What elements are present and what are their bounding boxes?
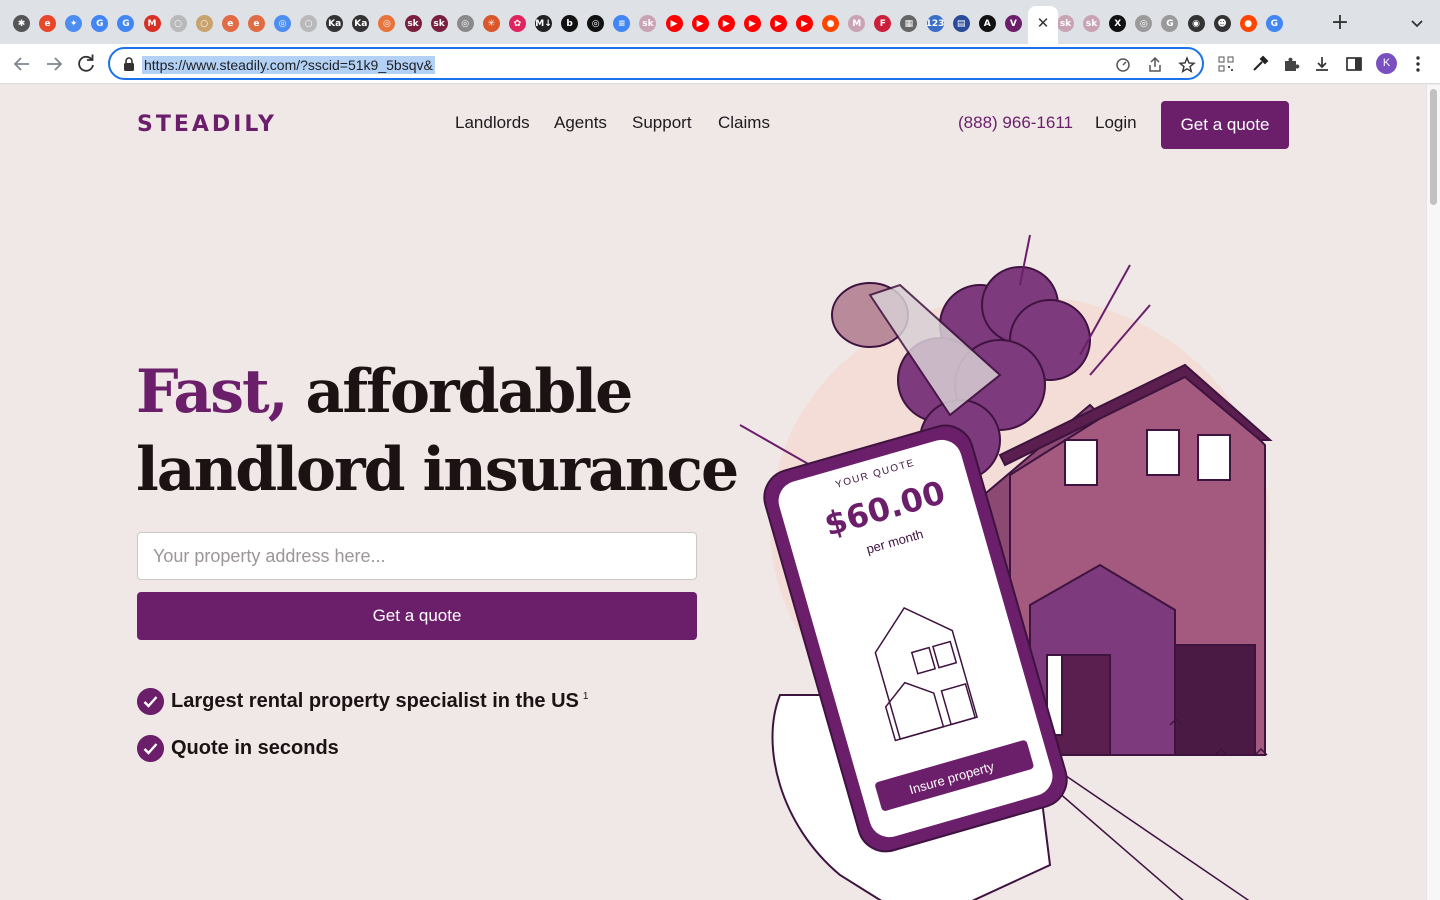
bookmark-star-icon[interactable] (1178, 56, 1196, 74)
tab-favicon-2-icon[interactable]: e (39, 15, 57, 32)
tab-favicon-3-icon[interactable]: ✦ (65, 15, 83, 32)
more-menu-icon[interactable] (1410, 53, 1426, 75)
tab-favicon-10-icon[interactable]: e (247, 15, 265, 32)
tab-favicon-youtube-3-icon[interactable]: ▶ (717, 15, 735, 32)
tab-favicon-33-icon[interactable]: M (848, 15, 866, 32)
hero-title-line2: landlord insurance (136, 435, 739, 505)
eyedropper-icon[interactable] (1250, 54, 1270, 74)
tab-favicon-123-icon[interactable]: 123 (926, 15, 944, 32)
tab-favicon-openai-icon[interactable]: ◎ (587, 15, 605, 32)
tab-favicon-reddit-2-icon[interactable]: ● (1239, 15, 1257, 32)
login-link[interactable]: Login (1095, 113, 1137, 133)
forward-arrow-icon[interactable] (42, 52, 66, 76)
hero-title: Fast, affordable landlord insurance (136, 353, 739, 509)
extensions-puzzle-icon[interactable] (1281, 54, 1301, 74)
tab-favicon-ka-icon[interactable]: Ka (326, 15, 344, 32)
property-address-input[interactable] (137, 532, 697, 580)
get-quote-header-button[interactable]: Get a quote (1161, 101, 1289, 149)
page-scrollbar[interactable] (1426, 85, 1440, 900)
check-circle-icon (137, 687, 164, 715)
tab-favicon-18-icon[interactable]: ◎ (456, 15, 474, 32)
tab-favicon-44-icon[interactable]: ◎ (1135, 15, 1153, 32)
tab-favicon-google-2-icon[interactable]: G (117, 15, 135, 32)
tab-favicon-25-icon[interactable]: sk (639, 15, 657, 32)
page: STEADILY Landlords Agents Support Claims… (0, 85, 1426, 900)
tab-favicon-youtube-2-icon[interactable]: ▶ (691, 15, 709, 32)
feature-text: Quote in seconds (171, 736, 339, 759)
tab-favicon-7-icon[interactable]: ○ (169, 15, 187, 32)
qr-code-icon[interactable] (1216, 54, 1236, 74)
browser-tab-strip: ✱ e ✦ G G M ○ ○ e e ◎ ○ Ka Ka ◎ sk sk ◎ ✳ ✿ M↓ b ◎ ≡ sk ▶ ▶ ▶ ▶ ▶ ▶ ● M F… (0, 0, 1440, 44)
reload-icon[interactable] (74, 52, 98, 76)
tab-favicon-38-icon[interactable]: A (978, 15, 996, 32)
tab-favicon-docs-icon[interactable]: ≡ (613, 15, 631, 32)
tab-favicon-1-icon[interactable]: ✱ (13, 15, 30, 32)
address-bar[interactable]: https://www.steadily.com/?sscid=51k9_5bs… (108, 47, 1204, 80)
tab-favicon-x-icon[interactable]: X (1109, 15, 1127, 32)
tab-favicon-sk-icon[interactable]: sk (404, 15, 422, 32)
profile-avatar[interactable]: K (1376, 53, 1397, 74)
tab-favicon-gmail-icon[interactable]: M (143, 15, 161, 32)
new-tab-button[interactable]: + (1330, 12, 1350, 34)
tab-favicon-reddit-icon[interactable]: ● (822, 15, 840, 32)
tab-favicon-19-icon[interactable]: ✳ (482, 15, 500, 32)
tab-favicon-google-3-icon[interactable]: G (1265, 15, 1283, 32)
nav-landlords[interactable]: Landlords (455, 113, 530, 133)
tab-favicon-12-icon[interactable]: ○ (300, 15, 318, 32)
phone-link[interactable]: (888) 966-1611 (958, 113, 1073, 133)
feature-item: Largest rental property specialist in th… (137, 687, 588, 715)
check-circle-icon (137, 734, 164, 762)
tab-favicon-ka-2-icon[interactable]: Ka (352, 15, 370, 32)
steadily-logo[interactable]: STEADILY (137, 112, 277, 137)
tab-favicon-20-icon[interactable]: ✿ (508, 15, 526, 32)
feature-text: Largest rental property specialist in th… (171, 689, 589, 712)
tab-favicon-youtube-6-icon[interactable]: ▶ (796, 15, 813, 32)
nav-claims[interactable]: Claims (718, 113, 770, 133)
nav-agents[interactable]: Agents (554, 113, 607, 133)
download-icon[interactable] (1312, 54, 1332, 74)
tab-favicon-youtube-5-icon[interactable]: ▶ (769, 15, 787, 32)
hero-title-line1: affordable (286, 357, 633, 427)
performance-icon[interactable] (1114, 56, 1132, 74)
hero-title-accent: Fast, (136, 357, 289, 427)
tab-favicon-47-icon[interactable]: ☻ (1213, 15, 1231, 32)
tab-close-icon[interactable]: ✕ (1035, 14, 1051, 32)
get-quote-main-button[interactable]: Get a quote (137, 592, 697, 640)
tab-favicon-8-icon[interactable]: ○ (195, 15, 213, 32)
chevron-down-icon[interactable] (1408, 14, 1426, 32)
tab-favicon-mi-icon[interactable]: M↓ (535, 15, 552, 32)
tab-favicon-35-icon[interactable]: ▦ (900, 15, 918, 32)
tab-favicon-active-icon[interactable]: V (1004, 15, 1022, 32)
scrollbar-thumb[interactable] (1430, 89, 1437, 205)
feature-item: Quote in seconds (137, 734, 339, 762)
footnote-marker[interactable]: 1 (583, 691, 589, 702)
tab-favicon-google-icon[interactable]: G (91, 15, 109, 32)
side-panel-icon[interactable] (1344, 54, 1364, 74)
url-text[interactable]: https://www.steadily.com/?sscid=51k9_5bs… (142, 56, 435, 74)
back-arrow-icon[interactable] (10, 52, 34, 76)
tab-favicon-9-icon[interactable]: e (221, 15, 239, 32)
tab-favicon-34-icon[interactable]: F (874, 15, 892, 32)
lock-icon[interactable] (122, 56, 136, 72)
tab-favicon-github-icon[interactable]: ◉ (1187, 15, 1205, 32)
tab-favicon-youtube-icon[interactable]: ▶ (665, 15, 683, 32)
tab-favicon-11-icon[interactable]: ◎ (274, 15, 291, 32)
tab-favicon-sk-2-icon[interactable]: sk (430, 15, 448, 32)
share-icon[interactable] (1146, 56, 1164, 74)
nav-support[interactable]: Support (632, 113, 692, 133)
tab-favicon-45-icon[interactable]: G (1161, 15, 1179, 32)
tab-favicon-41-icon[interactable]: sk (1057, 15, 1074, 32)
tab-favicon-b-icon[interactable]: b (561, 15, 579, 32)
browser-toolbar: https://www.steadily.com/?sscid=51k9_5bs… (0, 44, 1440, 84)
tab-favicon-youtube-4-icon[interactable]: ▶ (743, 15, 761, 32)
tab-favicon-15-icon[interactable]: ◎ (378, 15, 396, 32)
hero-illustration: YOUR QUOTE $60.00 per month Insure prope… (739, 234, 1273, 900)
tab-favicon-42-icon[interactable]: sk (1083, 15, 1101, 32)
tab-favicon-37-icon[interactable]: ▤ (952, 15, 970, 32)
